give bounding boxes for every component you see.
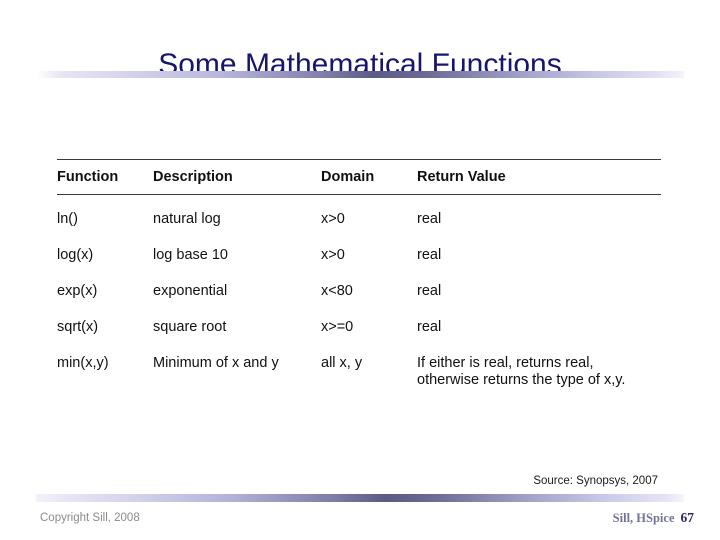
cell-return-value: real (417, 271, 661, 307)
cell-function: exp(x) (57, 283, 98, 299)
return-value-line-2: otherwise returns the type of x,y. (417, 372, 626, 388)
table-row: min(x,y) Minimum of x and y all x, y If … (57, 343, 661, 396)
footer-divider-rule (36, 494, 684, 502)
cell-return-value: real (417, 195, 661, 236)
cell-return-value: real (417, 235, 661, 271)
return-value-line-1: If either is real, returns real, (417, 355, 594, 371)
cell-domain: x>0 (321, 247, 345, 263)
return-value-line-1: real (417, 247, 442, 263)
footer-course-label: Sill, HSpice (612, 511, 675, 525)
return-value-line-1: real (417, 211, 442, 227)
cell-domain: all x, y (321, 355, 363, 371)
cell-description: log base 10 (153, 247, 228, 263)
return-value-line-1: real (417, 283, 442, 299)
cell-description: square root (153, 319, 227, 335)
cell-domain: x>=0 (321, 319, 354, 335)
return-value-line-1: real (417, 319, 442, 335)
cell-description: Minimum of x and y (153, 355, 279, 371)
cell-function: sqrt(x) (57, 319, 99, 335)
cell-description: natural log (153, 211, 221, 227)
column-header-domain: Domain (321, 159, 417, 195)
cell-function: min(x,y) (57, 355, 109, 371)
slide: Some Mathematical Functions Function Des… (0, 0, 720, 540)
table-header-row: Function Description Domain Return Value (57, 159, 661, 195)
cell-return-value: real (417, 307, 661, 343)
source-attribution: Source: Synopsys, 2007 (533, 475, 658, 487)
table-row: exp(x) exponential x<80 real (57, 271, 661, 307)
cell-domain: x<80 (321, 283, 353, 299)
footer-right-group: Sill, HSpice 67 (613, 510, 694, 526)
column-header-return-value: Return Value (417, 159, 661, 195)
column-header-description: Description (153, 159, 321, 195)
footer-copyright: Copyright Sill, 2008 (40, 512, 140, 524)
cell-function: ln() (57, 211, 78, 227)
cell-description: exponential (153, 283, 228, 299)
page-title: Some Mathematical Functions (158, 48, 562, 82)
table-row: log(x) log base 10 x>0 real (57, 235, 661, 271)
page-number: 67 (680, 510, 695, 525)
title-divider-rule (36, 71, 684, 78)
table-row: sqrt(x) square root x>=0 real (57, 307, 661, 343)
table-row: ln() natural log x>0 real (57, 195, 661, 236)
cell-domain: x>0 (321, 211, 345, 227)
cell-function: log(x) (57, 247, 94, 263)
math-functions-table: Function Description Domain Return Value… (57, 159, 661, 396)
column-header-function: Function (57, 159, 153, 195)
cell-return-value: If either is real, returns real, otherwi… (417, 343, 661, 396)
